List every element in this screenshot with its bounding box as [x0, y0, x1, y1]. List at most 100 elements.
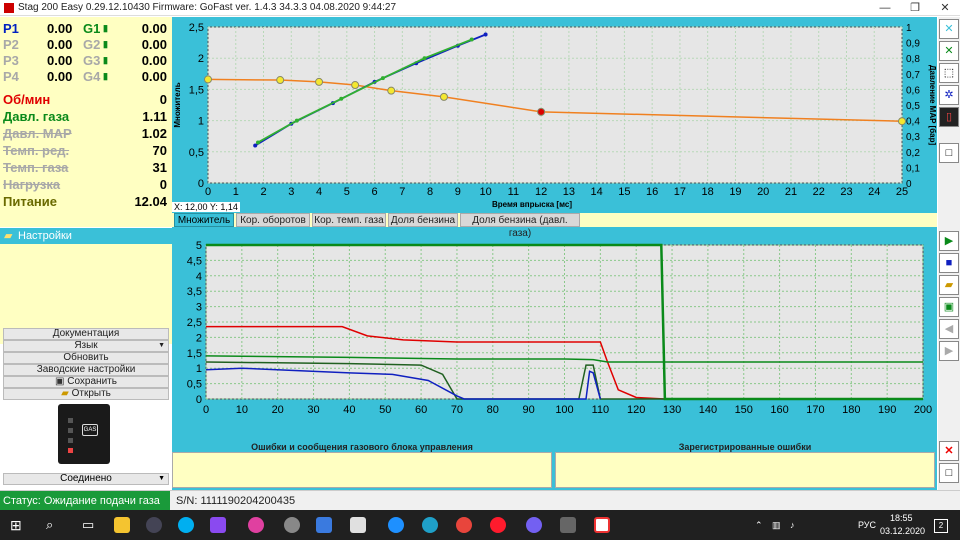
save-icon[interactable]: ▣: [939, 297, 959, 317]
language-label: Язык: [74, 340, 98, 351]
save-icon: ▣: [55, 376, 65, 387]
g4-label: G4: [83, 69, 101, 84]
y2-tick-label: 0: [906, 179, 912, 190]
data-point: [380, 76, 385, 81]
documentation-button[interactable]: Документация: [3, 328, 169, 340]
oscilloscope-chart: 0 10 20 30 40 50 60 70 80 90 100 110 120 130 140 150 160…: [187, 240, 932, 416]
x-axis-label: Время впрыска [мс]: [492, 200, 572, 209]
connection-dropdown[interactable]: Соединено ▼: [3, 473, 169, 485]
explorer-icon[interactable]: [114, 517, 130, 533]
step-forward-icon[interactable]: ▶: [939, 341, 959, 361]
tray-network-icon[interactable]: ▥: [772, 510, 781, 540]
windows-start-icon[interactable]: ⊞: [10, 517, 22, 534]
record-icon[interactable]: ▯: [939, 107, 959, 127]
data-point: [439, 92, 448, 101]
x-tick-label: 80: [487, 404, 499, 416]
tab-multiplier[interactable]: Множитель: [174, 213, 234, 227]
data-point: [387, 86, 396, 95]
sensor-gas-pressure: Давл. газа 1.11: [3, 109, 169, 126]
y-tick-label: 2,5: [187, 317, 202, 329]
gauge-icon: ▮: [103, 71, 108, 81]
save-button[interactable]: ▣ Сохранить: [3, 376, 169, 388]
y2-tick-label: 0,7: [906, 70, 920, 81]
settings-tab[interactable]: ▰ Настройки: [0, 228, 172, 244]
open-button[interactable]: ▰ Открыть: [3, 388, 169, 400]
g3-value: 0.00: [141, 53, 167, 68]
x-tick-label: 21: [785, 186, 797, 198]
step-back-icon[interactable]: ◀: [939, 319, 959, 339]
select-area-icon[interactable]: ⬚: [939, 63, 959, 83]
clear-errors-icon[interactable]: ✕: [939, 441, 959, 461]
sensor-label: Темп. газа: [3, 160, 69, 175]
data-point: [253, 143, 258, 148]
x-tick-label: 16: [646, 186, 658, 198]
folder-icon: ▰: [4, 230, 13, 242]
x-tick-label: 22: [813, 186, 825, 198]
update-button[interactable]: Обновить: [3, 352, 169, 364]
skype-icon[interactable]: [178, 517, 194, 533]
search-icon[interactable]: ⌕: [46, 517, 53, 533]
gauge-icon: ▮: [103, 23, 108, 33]
settings-icon[interactable]: [284, 517, 300, 533]
tab-petrol-share[interactable]: Доля бензина: [388, 213, 458, 227]
mail-icon[interactable]: [316, 517, 332, 533]
tab-rpm-correction[interactable]: Кор. оборотов: [236, 213, 310, 227]
tab-gas-temp-correction[interactable]: Кор. темп. газа: [312, 213, 386, 227]
viber-icon[interactable]: [526, 517, 542, 533]
task-view-icon[interactable]: ▭: [82, 517, 94, 533]
stag-app-icon[interactable]: [594, 517, 610, 533]
zoom-icon[interactable]: ✕: [939, 19, 959, 39]
auto-icon[interactable]: ✲: [939, 85, 959, 105]
y2-tick-label: 0,4: [906, 117, 920, 128]
clock-date: 03.12.2020: [880, 526, 926, 536]
language-indicator[interactable]: РУС: [858, 510, 876, 540]
settings-tab-label: Настройки: [18, 230, 72, 242]
y-tick-label: 1,5: [187, 348, 202, 360]
p3-value: 0.00: [47, 53, 73, 68]
registered-errors-panel: [555, 452, 935, 488]
stop-icon[interactable]: ■: [939, 253, 959, 273]
stop-square-icon[interactable]: □: [939, 143, 959, 163]
close-button[interactable]: ✕: [930, 0, 960, 16]
y-tick-label: 0: [198, 178, 204, 190]
square-icon[interactable]: □: [939, 463, 959, 483]
store-icon[interactable]: [210, 517, 226, 533]
led-indicator: [68, 438, 73, 443]
x-tick-label: 20: [272, 404, 284, 416]
tab-petrol-share-gas-pressure[interactable]: Доля бензина (давл. газа): [460, 213, 580, 239]
window-titlebar: Stag 200 Easy 0.29.12.10430 Firmware: Go…: [0, 0, 960, 16]
sensor-value: 12.04: [134, 194, 167, 209]
chrome-icon[interactable]: [456, 517, 472, 533]
reset-icon[interactable]: ✕: [939, 41, 959, 61]
y-tick-label: 2,5: [189, 22, 204, 34]
x-tick-label: 14: [591, 186, 603, 198]
ie-icon[interactable]: [388, 517, 404, 533]
y-tick-label: 1: [198, 116, 204, 128]
calculator-icon[interactable]: [350, 517, 366, 533]
tray-chevron-icon[interactable]: ⌃: [755, 510, 763, 540]
y-tick-label: 3,5: [187, 286, 202, 298]
p2-value: 0.00: [47, 37, 73, 52]
gas-button-label: GAS: [82, 424, 98, 436]
status-text: Статус: Ожидание подачи газа: [0, 491, 170, 511]
x-tick-label: 110: [592, 404, 610, 416]
ecu-device-image: GAS: [58, 404, 110, 464]
factory-settings-button[interactable]: Заводские настройки: [3, 364, 169, 376]
multiplier-chart[interactable]: 0 1 2 3 4 5 6 7 8 9 10 11 12 13 14 15 16 17 18 19 20 21 22 23 24…: [172, 17, 937, 213]
media-icon[interactable]: [146, 517, 162, 533]
readouts-panel: P1 0.00 G1 ▮ 0.00 P2 0.00 G2 ▮ 0.00 P3 0…: [0, 17, 172, 227]
floppy-icon[interactable]: [560, 517, 576, 533]
opera-icon[interactable]: [490, 517, 506, 533]
edge-icon[interactable]: [422, 517, 438, 533]
restore-button[interactable]: ❐: [900, 0, 930, 16]
language-dropdown[interactable]: Язык ▼: [3, 340, 169, 352]
y2-tick-label: 1: [906, 23, 912, 34]
notifications-icon[interactable]: 2: [934, 519, 948, 533]
drop-icon[interactable]: [248, 517, 264, 533]
y2-tick-label: 0,5: [906, 101, 920, 112]
folder-icon[interactable]: ▰: [939, 275, 959, 295]
y-tick-label: 2: [198, 53, 204, 65]
tray-sound-icon[interactable]: ♪: [790, 510, 795, 540]
play-icon[interactable]: ▶: [939, 231, 959, 251]
minimize-button[interactable]: —: [870, 0, 900, 16]
